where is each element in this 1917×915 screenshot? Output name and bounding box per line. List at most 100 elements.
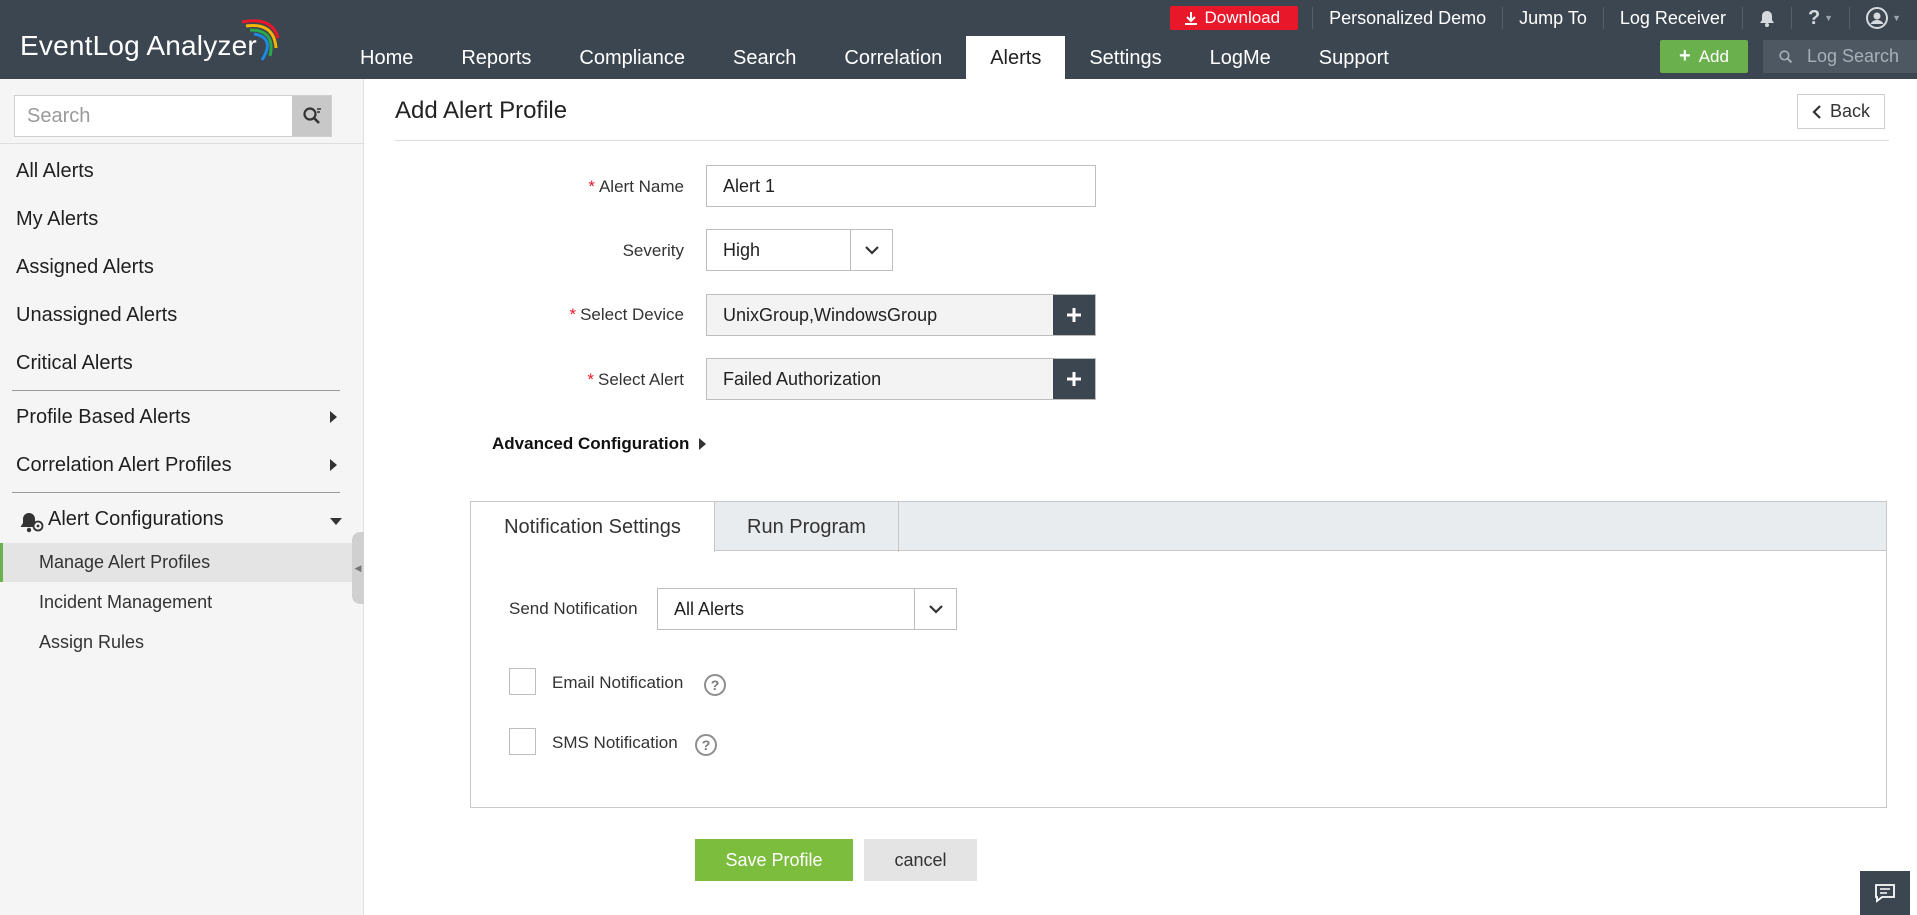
nav-search[interactable]: Search (709, 36, 820, 79)
nav-support[interactable]: Support (1295, 36, 1413, 79)
bell-icon (1759, 10, 1774, 27)
help-glyph: ? (1807, 6, 1821, 29)
save-profile-button[interactable]: Save Profile (695, 839, 853, 881)
sidebar-item-my-alerts[interactable]: My Alerts (16, 208, 98, 231)
email-help-icon[interactable]: ? (704, 674, 726, 696)
download-button[interactable]: Download (1170, 6, 1299, 30)
email-notification-checkbox[interactable] (509, 668, 536, 695)
nav-logme[interactable]: LogMe (1186, 36, 1295, 79)
back-label: Back (1829, 101, 1871, 121)
user-menu-button[interactable]: ▼ (1849, 7, 1917, 29)
log-receiver-link[interactable]: Log Receiver (1602, 7, 1742, 29)
sidebar-item-assigned-alerts[interactable]: Assigned Alerts (16, 256, 154, 279)
add-alert-button[interactable] (1053, 359, 1095, 399)
select-alert-picker: Failed Authorization (706, 358, 1096, 400)
chevron-down-icon (928, 604, 943, 614)
sidebar-search-box (14, 95, 332, 137)
sidebar-item-unassigned-alerts[interactable]: Unassigned Alerts (16, 304, 177, 327)
notification-tab-panel: Notification Settings Run Program Send N… (470, 501, 1887, 808)
sms-notification-label: SMS Notification (552, 733, 678, 752)
tab-notification-settings[interactable]: Notification Settings (471, 502, 715, 552)
page-title: Add Alert Profile (395, 97, 568, 124)
add-device-button[interactable] (1053, 295, 1095, 335)
chevron-left-icon (1812, 104, 1821, 119)
sidebar-item-incident-management[interactable]: Incident Management (0, 583, 363, 622)
sidebar-group-correlation-alert-profiles[interactable]: Correlation Alert Profiles (16, 454, 232, 477)
alert-name-label: * Alert Name (588, 177, 684, 196)
sidebar-item-all-alerts[interactable]: All Alerts (16, 160, 94, 183)
required-mark: * (588, 177, 595, 196)
sidebar: All Alerts My Alerts Assigned Alerts Una… (0, 79, 364, 915)
severity-value: High (723, 240, 761, 260)
alert-config-bell-icon (20, 513, 44, 533)
sidebar-divider (12, 492, 340, 493)
advanced-configuration-label: Advanced Configuration (492, 434, 690, 453)
select-device-label: * Select Device (569, 305, 684, 324)
sidebar-group-alert-configurations[interactable]: Alert Configurations (48, 508, 224, 531)
chevron-down-icon: ▼ (1892, 13, 1901, 23)
back-button[interactable]: Back (1797, 94, 1885, 129)
cancel-button[interactable]: cancel (864, 839, 977, 881)
nav-settings[interactable]: Settings (1065, 36, 1185, 79)
app-logo[interactable]: EventLog Analyzer (20, 30, 257, 62)
sidebar-search-button[interactable] (292, 96, 331, 136)
send-notification-value: All Alerts (674, 599, 745, 619)
send-notification-select[interactable]: All Alerts (657, 588, 957, 630)
plus-icon: + (1679, 45, 1691, 67)
download-icon (1185, 12, 1198, 25)
plus-icon (1067, 372, 1081, 386)
chevron-down-icon: ▼ (1824, 13, 1834, 23)
select-alert-value[interactable]: Failed Authorization (707, 359, 1053, 399)
sidebar-collapse-handle[interactable]: ◀ (352, 532, 364, 604)
chevron-right-icon (330, 459, 337, 471)
title-divider (395, 140, 1889, 141)
sms-help-icon[interactable]: ? (695, 734, 717, 756)
log-search-box (1763, 40, 1917, 73)
nav-reports[interactable]: Reports (437, 36, 555, 79)
sidebar-divider (12, 390, 340, 391)
add-button[interactable]: + Add (1660, 40, 1748, 73)
email-notification-label: Email Notification (552, 673, 684, 692)
send-notification-label: Send Notification (509, 599, 638, 618)
sidebar-divider (0, 143, 364, 144)
search-icon (302, 107, 321, 124)
jump-to-link[interactable]: Jump To (1502, 7, 1603, 29)
help-menu-button[interactable]: ? ▼ (1790, 6, 1849, 29)
tab-run-program[interactable]: Run Program (715, 502, 899, 552)
sidebar-group-profile-based-alerts[interactable]: Profile Based Alerts (16, 406, 191, 429)
add-label: Add (1698, 46, 1729, 66)
nav-compliance[interactable]: Compliance (555, 36, 709, 79)
plus-icon (1067, 308, 1081, 322)
send-notification-dropdown-toggle[interactable] (914, 589, 956, 629)
sidebar-item-manage-alert-profiles[interactable]: Manage Alert Profiles (0, 543, 363, 582)
app-header: EventLog Analyzer Download Personalized … (0, 0, 1917, 79)
sidebar-search-input[interactable] (15, 96, 292, 136)
sms-notification-checkbox[interactable] (509, 728, 536, 755)
personalized-demo-link[interactable]: Personalized Demo (1312, 7, 1502, 29)
severity-select[interactable]: High (706, 229, 893, 271)
severity-dropdown-toggle[interactable] (850, 230, 892, 270)
main-nav: Home Reports Compliance Search Correlati… (336, 36, 1413, 79)
chevron-left-icon: ◀ (354, 562, 362, 573)
sidebar-item-assign-rules[interactable]: Assign Rules (0, 623, 363, 662)
severity-label: Severity (622, 241, 684, 260)
select-device-picker: UnixGroup,WindowsGroup (706, 294, 1096, 336)
nav-home[interactable]: Home (336, 36, 437, 79)
sidebar-item-critical-alerts[interactable]: Critical Alerts (16, 352, 133, 375)
download-label: Download (1204, 8, 1281, 27)
chevron-right-icon (330, 411, 337, 423)
select-device-value[interactable]: UnixGroup,WindowsGroup (707, 295, 1053, 335)
search-icon (1779, 49, 1793, 63)
required-mark: * (587, 370, 594, 389)
notifications-button[interactable] (1741, 7, 1791, 29)
select-alert-label: * Select Alert (587, 370, 684, 389)
top-utility-bar: Download Personalized Demo Jump To Log R… (1170, 0, 1917, 36)
chevron-down-icon (864, 245, 879, 255)
log-search-input[interactable] (1807, 46, 1917, 67)
chat-button[interactable] (1860, 871, 1910, 915)
user-avatar-icon (1866, 7, 1889, 29)
nav-correlation[interactable]: Correlation (820, 36, 966, 79)
alert-name-input[interactable] (706, 165, 1096, 207)
nav-alerts[interactable]: Alerts (966, 36, 1066, 79)
advanced-configuration-toggle[interactable]: Advanced Configuration (492, 434, 707, 454)
